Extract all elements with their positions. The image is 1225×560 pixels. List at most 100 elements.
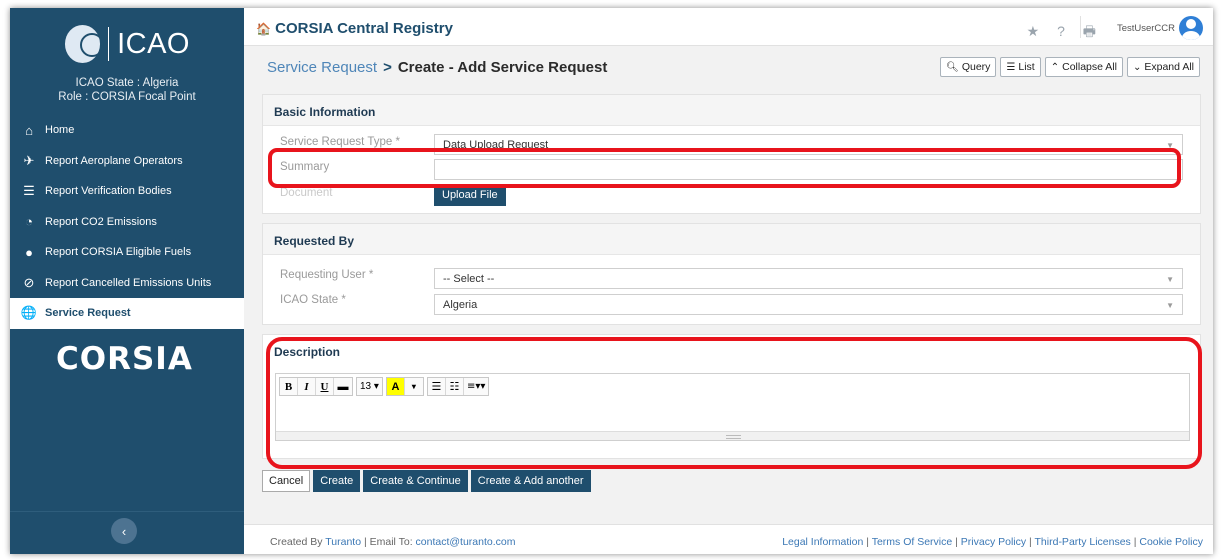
text-color-button[interactable]: A [386, 378, 405, 395]
sidebar-item-report-verification-bodies[interactable]: ☰ Report Verification Bodies [10, 176, 244, 207]
sidebar-item-report-aeroplane-operators[interactable]: ✈ Report Aeroplane Operators [10, 146, 244, 177]
avatar-icon[interactable] [1179, 16, 1203, 40]
sidebar-item-label: Home [45, 124, 75, 137]
sidebar: ICAO ICAO State : Algeria Role : CORSIA … [10, 8, 244, 554]
role-line: Role : CORSIA Focal Point [58, 91, 196, 103]
app-title[interactable]: 🏠 CORSIA Central Registry [256, 20, 453, 37]
sidebar-item-service-request[interactable]: 🌐 Service Request [10, 298, 244, 329]
breadcrumb-parent[interactable]: Service Request [267, 59, 377, 76]
home-icon: 🏠 [256, 22, 271, 36]
service-request-type-select[interactable]: Data Upload Request ▼ [434, 134, 1183, 155]
form-actions: Cancel Create Create & Continue Create &… [262, 470, 591, 492]
chevron-down-icon: ▼ [1166, 301, 1174, 310]
query-label: Query [961, 61, 991, 73]
expand-all-label: Expand All [1144, 61, 1194, 73]
create-button[interactable]: Create [313, 470, 361, 492]
sidebar-item-report-corsia-eligible-fuels[interactable]: ● Report CORSIA Eligible Fuels [10, 237, 244, 268]
bold-button[interactable]: B [280, 378, 298, 395]
legal-information-link[interactable]: Legal Information [782, 536, 863, 548]
icao-state-label: ICAO State * [280, 294, 346, 306]
description-editor[interactable]: B I U ▬ 13 ▾ A ▾ ☰ ☷ ≡▾▾ [275, 373, 1190, 441]
requesting-user-select[interactable]: -- Select -- ▼ [434, 268, 1183, 289]
sidebar-divider [10, 511, 244, 512]
list-icon: ☰ [1006, 61, 1016, 73]
sidebar-item-label: Service Request [45, 307, 131, 320]
bullet-list-icon[interactable]: ☰ [428, 378, 446, 395]
logo-divider [108, 27, 110, 61]
breadcrumb-separator: > [383, 59, 392, 76]
icao-state-value: Algeria [443, 299, 478, 311]
underline-button[interactable]: U [316, 378, 334, 395]
privacy-policy-link[interactable]: Privacy Policy [961, 536, 1026, 548]
sidebar-item-label: Report CO2 Emissions [45, 215, 157, 228]
panel-title[interactable]: Requested By [263, 224, 1200, 255]
editor-toolbar: B I U ▬ 13 ▾ A ▾ ☰ ☷ ≡▾▾ [279, 377, 490, 396]
summary-input[interactable] [434, 159, 1183, 180]
expand-all-button[interactable]: ⌄ Expand All [1126, 57, 1200, 77]
list-button[interactable]: ☰ List [1000, 57, 1041, 77]
font-size-group: 13 ▾ [356, 377, 383, 396]
header-icons[interactable]: ★ ? 🖶 [1027, 21, 1103, 45]
company-link[interactable]: Turanto [325, 536, 361, 548]
panel-title[interactable]: Basic Information [263, 95, 1200, 126]
create-continue-button[interactable]: Create & Continue [363, 470, 468, 492]
italic-button[interactable]: I [298, 378, 316, 395]
fuel-drop-icon: ● [25, 244, 33, 260]
sidebar-item-label: Report Verification Bodies [45, 185, 172, 198]
create-add-another-button[interactable]: Create & Add another [470, 470, 591, 492]
globe-icon: 🌐 [20, 305, 38, 321]
service-request-type-value: Data Upload Request [443, 139, 549, 151]
query-button[interactable]: 🔍︎ Query [940, 57, 997, 77]
footer-credits: Created By Turanto | Email To: contact@t… [270, 536, 516, 548]
logo-text: ICAO [117, 27, 190, 60]
footer: Created By Turanto | Email To: contact@t… [244, 524, 1213, 554]
top-bar: 🏠 CORSIA Central Registry ★ ? 🖶 TestUser… [244, 8, 1213, 46]
app-window: ICAO ICAO State : Algeria Role : CORSIA … [10, 8, 1213, 554]
font-size-select[interactable]: 13 ▾ [357, 378, 382, 395]
requesting-user-value: -- Select -- [443, 273, 495, 285]
cookie-policy-link[interactable]: Cookie Policy [1139, 536, 1203, 548]
email-link[interactable]: contact@turanto.com [416, 536, 516, 548]
icao-logo[interactable]: ICAO [65, 20, 190, 68]
summary-label: Summary [280, 161, 330, 173]
breadcrumb: Service Request > Create - Add Service Req… [267, 59, 607, 76]
cancel-button[interactable]: Cancel [262, 470, 311, 492]
sidebar-collapse-button[interactable]: ‹ [111, 518, 137, 544]
state-line: ICAO State : Algeria [75, 77, 179, 89]
sidebar-nav: ⌂ Home ✈ Report Aeroplane Operators ☰ Re… [10, 115, 244, 329]
numbered-list-icon[interactable]: ☷ [446, 378, 464, 395]
upload-file-button[interactable]: Upload File [434, 184, 506, 206]
list-label: List [1018, 61, 1035, 73]
service-request-type-label: Service Request Type * [280, 136, 400, 148]
third-party-licenses-link[interactable]: Third-Party Licenses [1035, 536, 1131, 548]
document-label: Document [280, 187, 333, 199]
sidebar-item-report-co2-emissions[interactable]: ◔ Report CO2 Emissions [10, 207, 244, 238]
search-icon: 🔍︎ [946, 61, 959, 73]
header-divider [1080, 16, 1081, 38]
app-title-text: CORSIA Central Registry [275, 20, 453, 37]
icao-emblem-icon [65, 25, 105, 63]
username[interactable]: TestUserCCR [1117, 23, 1175, 34]
terms-of-service-link[interactable]: Terms Of Service [872, 536, 953, 548]
sidebar-item-report-cancelled-emissions-units[interactable]: ⊘ Report Cancelled Emissions Units [10, 268, 244, 299]
home-icon: ⌂ [25, 122, 33, 138]
breadcrumb-current: Create - Add Service Request [397, 59, 608, 76]
chevron-down-icon: ⌄ [1132, 61, 1142, 73]
chevron-down-icon: ▼ [1166, 275, 1174, 284]
footer-links: Legal Information | Terms Of Service | P… [782, 536, 1203, 548]
collapse-all-label: Collapse All [1062, 61, 1117, 73]
chevron-down-icon[interactable]: ▾ [405, 378, 423, 395]
panel-title[interactable]: Description [263, 335, 1200, 366]
format-group: B I U ▬ [279, 377, 353, 396]
sidebar-item-label: Report Aeroplane Operators [45, 154, 183, 167]
user-context: ICAO State : Algeria Role : CORSIA Focal… [10, 76, 244, 104]
editor-resize-handle[interactable] [276, 431, 1189, 440]
sidebar-item-home[interactable]: ⌂ Home [10, 115, 244, 146]
sidebar-item-label: Report Cancelled Emissions Units [45, 276, 212, 289]
chevron-down-icon: ▼ [1166, 141, 1174, 150]
eraser-icon[interactable]: ▬ [334, 378, 352, 395]
collapse-all-button[interactable]: ⌃ Collapse All [1044, 57, 1123, 77]
icao-state-select[interactable]: Algeria ▼ [434, 294, 1183, 315]
align-icon[interactable]: ≡▾▾ [464, 378, 488, 395]
view-toolbar: 🔍︎ Query ☰ List ⌃ Collapse All ⌄ Expand All [940, 57, 1200, 77]
